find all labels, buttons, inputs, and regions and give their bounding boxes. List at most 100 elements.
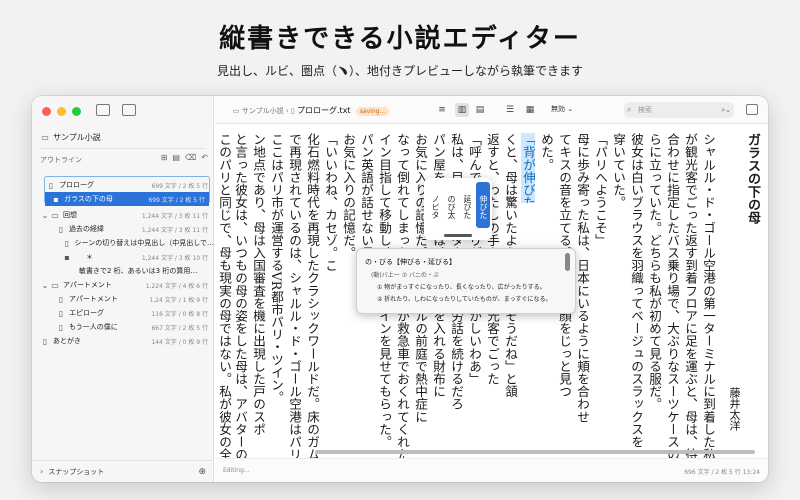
list-view-icon[interactable]: ≡ xyxy=(435,103,449,117)
outline-item-count: 1,224 文字 / 4 枚 6 行 xyxy=(145,282,208,290)
sidebar-toggle-icon[interactable] xyxy=(96,104,110,116)
outline-item-count: 1,244 文字 / 3 枚 10 行 xyxy=(141,254,208,262)
popover-handle xyxy=(444,234,472,237)
outline-item-label: シーンの切り替えは中見出し（中見出しで… xyxy=(74,239,214,247)
status-bar: Editing... 696 文字 / 2 枚 5 行 13:24 xyxy=(215,458,768,482)
document-icon: ▯ xyxy=(58,294,64,304)
project-row[interactable]: ▭ サンプル小説 xyxy=(32,130,214,144)
outline-item-apartment-folder[interactable]: ⌄ ▭ アパートメント 1,224 文字 / 4 枚 6 行 xyxy=(32,278,214,292)
popover-scroll-indicator[interactable] xyxy=(565,253,570,271)
heading-tag-icon: ▪ xyxy=(64,252,70,262)
outline-item-count: 144 文字 / 0 枚 9 行 xyxy=(151,338,208,346)
ruby-option-selected[interactable]: 伸びた xyxy=(476,182,490,228)
outline-item-glass-mother[interactable]: ▪ ガラスの下の母 699 文字 / 2 枚 5 行 xyxy=(45,192,209,206)
ruby-option[interactable]: 延びた xyxy=(460,182,474,228)
outline-item-prologue[interactable]: ▯ プロローグ 699 文字 / 2 枚 5 行 xyxy=(32,178,214,192)
outline-item-label: 過去の経緯 xyxy=(69,225,104,233)
snapshot-bar[interactable]: › スナップショット ⊕ xyxy=(32,460,214,482)
document-icon: ▯ xyxy=(42,336,48,346)
text-column: このパリと同じで、母も現実の母ではない。私が彼女の全 xyxy=(217,133,232,458)
folder-icon: ▭ xyxy=(51,280,59,290)
mode-select[interactable]: 無効 ⌄ xyxy=(551,104,573,114)
status-counts: 696 文字 / 2 枚 5 行 13:24 xyxy=(684,469,760,476)
outline-item-count: 116 文字 / 0 枚 8 行 xyxy=(151,310,208,318)
inspector-toggle-icon[interactable] xyxy=(122,104,136,116)
outline-item-kaisou[interactable]: ⌄ ▭ 回想 1,244 文字 / 3 枚 11 行 xyxy=(32,208,214,222)
outline-item-apartment[interactable]: ▯ アパートメント 1,24 文字 / 1 枚 9 行 xyxy=(32,292,214,306)
outline-item-label: 敏書きで2 桁、あるいは3 桁の算用… xyxy=(79,267,198,275)
outline-item-label: 回想 xyxy=(63,211,77,219)
outline-item-label: もう一人の僕に xyxy=(69,323,118,331)
ruby-option[interactable]: のび太 xyxy=(444,182,458,228)
chevron-down-icon[interactable]: ⌄ xyxy=(40,211,50,220)
text-column: で再現されているのは、シャルル・ド・ゴール空港はパリ xyxy=(287,133,302,458)
outline-item-count: 1,24 文字 / 1 枚 9 行 xyxy=(149,296,208,304)
manuscript-grid-icon[interactable]: ▦ xyxy=(523,103,537,117)
chevron-down-icon[interactable]: ⌄ xyxy=(40,281,50,290)
close-window-button[interactable] xyxy=(42,107,51,116)
subheadline: 見出し、ルビ、圏点（﹅）、地付きプレビューしながら執筆できます xyxy=(216,64,583,78)
search-placeholder: 検索 xyxy=(638,106,652,114)
outline-label: アウトライン xyxy=(40,156,82,164)
highlighted-ruby-text[interactable]: 「背が伸びたね」 xyxy=(521,133,535,203)
add-snapshot-icon[interactable]: ⊕ xyxy=(198,467,206,477)
breadcrumb-project[interactable]: サンプル小説 › xyxy=(242,107,289,115)
text-column: と言った彼女は、いつもの母の姿をした母は、アバターの xyxy=(233,133,248,458)
headline: 縦書きできる小説エディター xyxy=(219,24,581,54)
outline-item-asterisk[interactable]: ▪ ＊ 1,244 文字 / 3 枚 10 行 xyxy=(32,250,214,264)
outline-item-label: あとがき xyxy=(53,337,81,345)
page-view-icon[interactable]: ▤ xyxy=(473,103,487,117)
vertical-mode-icon[interactable]: ▥ xyxy=(455,103,469,117)
saving-badge: saving... xyxy=(355,107,390,116)
outline-item-count: 667 文字 / 2 枚 5 行 xyxy=(151,324,208,332)
new-folder-icon[interactable]: ⊞ xyxy=(161,153,168,162)
outline-item-scene-switch[interactable]: ▯ シーンの切り替えは中見出し（中見出しで… xyxy=(32,236,214,250)
text-column: が観光客でごった返す到着フロアに足を運ぶと、母は、待ち xyxy=(683,133,698,458)
document-icon: ▯ xyxy=(290,107,295,115)
dictionary-popover: の・びる【伸びる・延びる】 (動)バ上一 ⑦ バニの・ぶ ① 物がまっすぐになっ… xyxy=(356,248,576,314)
chevron-right-icon[interactable]: › xyxy=(40,467,43,476)
text-column: 合わせに指定したバス乗り場で、大ぶりなスーツケースの傍 xyxy=(665,133,680,458)
new-file-icon[interactable]: ▤ xyxy=(172,153,180,162)
text-column: めた。 xyxy=(539,133,554,171)
zoom-window-button[interactable] xyxy=(72,107,81,116)
outline-item-count: 1,244 文字 / 3 枚 11 行 xyxy=(141,212,208,220)
outline-item-count: 699 文字 / 2 枚 5 行 xyxy=(148,196,205,204)
text-format-icon[interactable]: ☰ xyxy=(503,103,517,117)
folder-icon: ▭ xyxy=(41,132,49,142)
text-column: お気に入りの記憶だ。 xyxy=(341,133,356,259)
outline-item-label: ＊ xyxy=(86,253,93,261)
folder-icon: ▭ xyxy=(51,210,59,220)
outline-item-kako[interactable]: ▯ 過去の経緯 1,244 文字 / 3 枚 11 行 xyxy=(32,222,214,236)
undo-icon[interactable]: ↶ xyxy=(201,153,208,162)
ruby-option[interactable]: ノビタ xyxy=(428,182,442,228)
inspector-panel-icon[interactable] xyxy=(746,104,758,115)
outline-item-another-me[interactable]: ▯ もう一人の僕に 667 文字 / 2 枚 5 行 xyxy=(32,320,214,334)
document-icon: ▯ xyxy=(48,180,54,190)
text-column: シャルル・ド・ゴール空港の第一ターミナルに到着した私 xyxy=(701,133,716,458)
outline-item-afterword[interactable]: ▯ あとがき 144 文字 / 0 枚 9 行 xyxy=(32,334,214,348)
outline-item-label: プロローグ xyxy=(59,181,94,189)
dict-definition: ② 折れたり、しわになったりしていたものが、まっすぐになる。 xyxy=(377,296,552,303)
search-options-icon[interactable]: ⌕⌄ xyxy=(721,102,731,118)
document-icon: ▯ xyxy=(58,308,64,318)
horizontal-scrollbar[interactable] xyxy=(315,450,755,454)
minimize-window-button[interactable] xyxy=(57,107,66,116)
outline-item-label: ガラスの下の母 xyxy=(64,195,113,203)
heading-tag-icon: ▪ xyxy=(53,194,59,204)
snapshot-label: スナップショット xyxy=(48,467,105,476)
outline-item-numerals[interactable]: 敏書きで2 桁、あるいは3 桁の算用… xyxy=(32,264,214,278)
outline-item-count: 699 文字 / 2 枚 5 行 xyxy=(151,182,208,190)
search-icon: ⌕ xyxy=(627,105,632,114)
project-name: サンプル小説 xyxy=(53,132,101,142)
search-input[interactable]: ⌕ 検索 ⌕⌄ xyxy=(624,102,734,118)
dict-heading: の・びる【伸びる・延びる】 xyxy=(365,258,456,266)
document-icon: ▯ xyxy=(58,322,64,332)
document-icon: ▯ xyxy=(58,224,64,234)
author-name: 藤井太洋 xyxy=(728,387,741,431)
outline-item-epilogue[interactable]: ▯ エピローグ 116 文字 / 0 枚 8 行 xyxy=(32,306,214,320)
trash-icon[interactable]: ⌫ xyxy=(185,153,196,162)
text-column: 彼女は白いブラウスを羽織ってベージュのスラックスを xyxy=(629,133,644,448)
breadcrumb-file[interactable]: プロローグ.txt xyxy=(297,106,351,115)
outline-header: アウトライン ⊞ ▤ ⌫ ↶ xyxy=(32,153,214,167)
